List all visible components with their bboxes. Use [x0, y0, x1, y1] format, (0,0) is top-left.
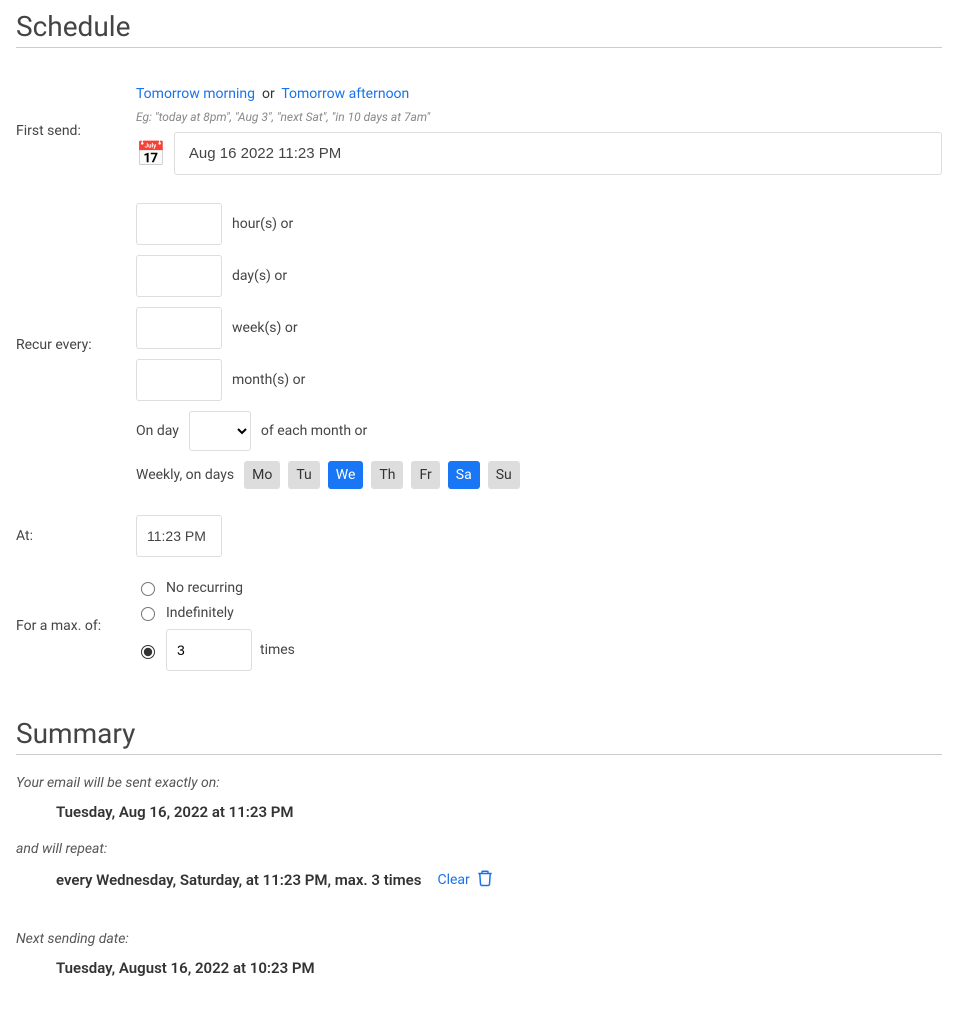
days-input[interactable] [136, 255, 222, 297]
at-time-input[interactable] [136, 515, 222, 557]
times-input[interactable] [166, 629, 252, 671]
clear-button[interactable]: Clear [437, 869, 493, 891]
weekly-on-days-label: Weekly, on days [136, 467, 234, 483]
indefinitely-radio[interactable] [141, 607, 155, 621]
summary-and-repeat: and will repeat: [16, 841, 942, 857]
no-recurring-radio[interactable] [141, 582, 155, 596]
schedule-form: First send: Tomorrow morning or Tomorrow… [16, 78, 942, 687]
first-send-label: First send: [16, 78, 136, 183]
max-of-label: For a max. of: [16, 565, 136, 687]
calendar-icon[interactable]: 📅 [136, 142, 166, 166]
on-day-select[interactable] [189, 411, 251, 451]
on-day-suffix: of each month or [261, 423, 367, 439]
day-chip-th[interactable]: Th [371, 461, 403, 489]
tomorrow-morning-link[interactable]: Tomorrow morning [136, 86, 255, 102]
first-send-hint: Eg: "today at 8pm", "Aug 3", "next Sat",… [136, 110, 942, 124]
summary-sent-exactly: Your email will be sent exactly on: [16, 775, 942, 791]
indefinitely-label: Indefinitely [166, 605, 234, 621]
day-chip-tu[interactable]: Tu [288, 461, 319, 489]
days-label: day(s) or [232, 268, 287, 284]
weeks-input[interactable] [136, 307, 222, 349]
trash-icon [476, 869, 494, 891]
hours-label: hour(s) or [232, 216, 293, 232]
on-day-prefix: On day [136, 423, 179, 439]
times-radio[interactable] [141, 645, 155, 659]
day-chip-we[interactable]: We [328, 461, 364, 489]
day-chip-su[interactable]: Su [488, 461, 520, 489]
times-label: times [260, 642, 295, 658]
no-recurring-label: No recurring [166, 580, 243, 596]
first-send-input[interactable] [174, 132, 942, 175]
summary-next-sending: Next sending date: [16, 931, 942, 947]
clear-label: Clear [437, 872, 469, 888]
day-chip-fr[interactable]: Fr [411, 461, 439, 489]
day-chip-mo[interactable]: Mo [244, 461, 280, 489]
recur-every-label: Recur every: [16, 183, 136, 507]
day-chips: Mo Tu WeTh Fr Sa Su [244, 461, 520, 489]
summary-sent-date: Tuesday, Aug 16, 2022 at 11:23 PM [56, 803, 942, 821]
months-input[interactable] [136, 359, 222, 401]
day-chip-sa[interactable]: Sa [448, 461, 480, 489]
tomorrow-afternoon-link[interactable]: Tomorrow afternoon [281, 86, 409, 102]
summary-next-date: Tuesday, August 16, 2022 at 10:23 PM [56, 959, 942, 977]
or-text: or [262, 86, 275, 102]
hours-input[interactable] [136, 203, 222, 245]
weeks-label: week(s) or [232, 320, 298, 336]
summary-repeat-text: every Wednesday, Saturday, at 11:23 PM, … [56, 871, 421, 889]
months-label: month(s) or [232, 372, 305, 388]
at-label: At: [16, 507, 136, 565]
summary-title: Summary [16, 717, 942, 755]
schedule-title: Schedule [16, 10, 942, 48]
